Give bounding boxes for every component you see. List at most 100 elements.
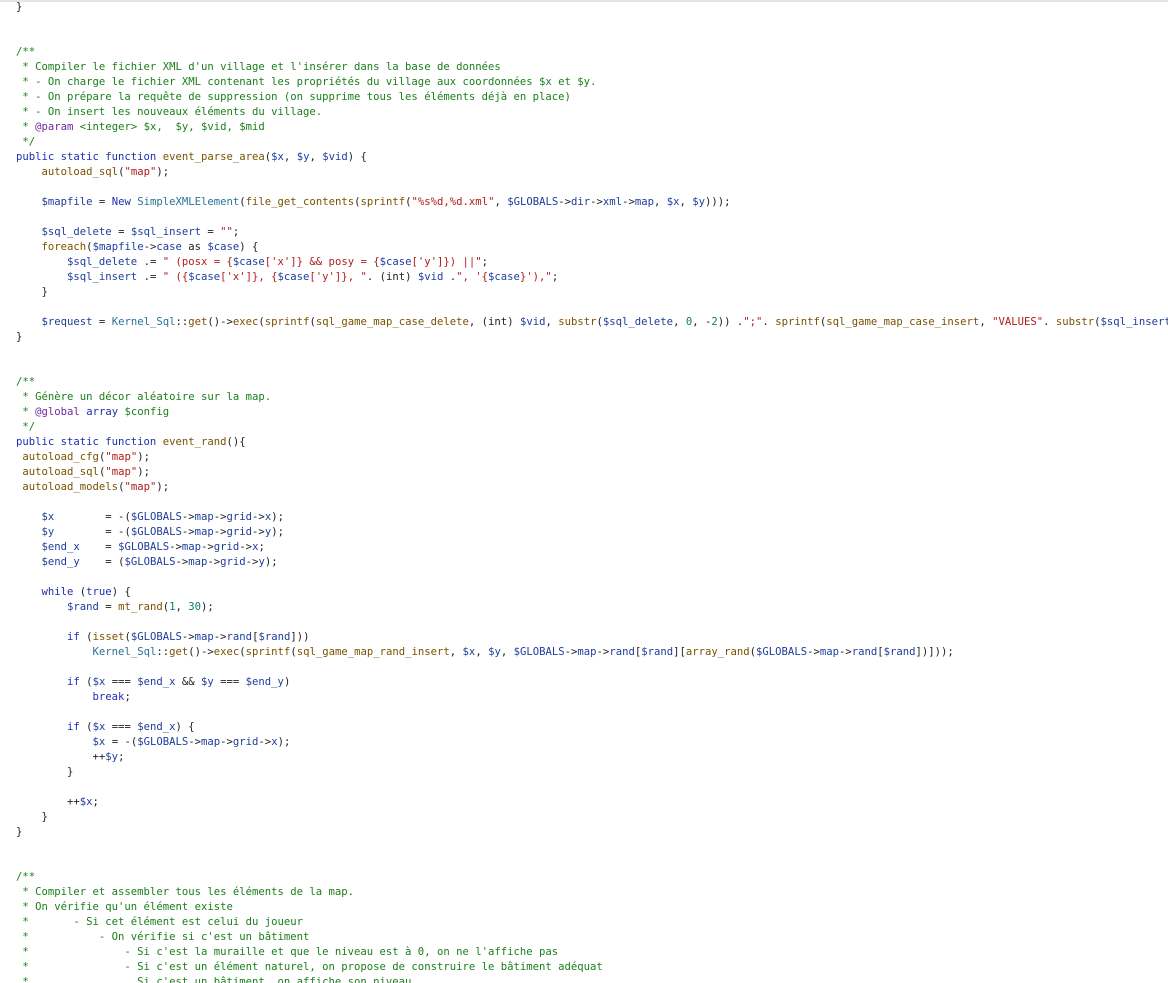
code-token: ->	[252, 511, 265, 523]
code-token: $GLOBALS	[130, 526, 182, 538]
code-token: as	[181, 241, 208, 253]
code-token: );	[137, 466, 150, 478]
code-token: "map"	[105, 466, 138, 478]
code-editor[interactable]: } /** * Compiler le fichier XML d'un vill…	[16, 0, 1168, 983]
code-line: /**	[16, 870, 1168, 885]
code-token: ->	[188, 736, 201, 748]
code-token: $rand	[67, 601, 99, 613]
code-token: $y	[201, 676, 214, 688]
code-token: (	[79, 721, 93, 733]
code-token: ,	[494, 196, 508, 208]
code-token: ,	[475, 646, 489, 658]
code-token: sprintf	[775, 316, 820, 328]
code-line: autoload_sql("map");	[16, 165, 1168, 180]
code-token: * - Si c'est un élément naturel, on prop…	[16, 961, 603, 973]
code-token: =	[111, 226, 131, 238]
code-line: $sql_insert .= " ({$case['x']}, {$case['…	[16, 270, 1168, 285]
code-token: =	[79, 541, 119, 553]
code-token: Kernel_Sql	[92, 646, 157, 658]
code-token: /**	[16, 871, 36, 883]
code-line: }	[16, 0, 1168, 15]
code-token: ['y']}, "	[309, 271, 367, 283]
code-token: ;	[124, 691, 131, 703]
code-token: ->	[213, 511, 227, 523]
code-line: * @global array $config	[16, 405, 1168, 420]
code-token: substr	[558, 316, 597, 328]
code-token: = -(	[105, 736, 138, 748]
code-line: * @param <integer> $x, $y, $vid, $mid	[16, 120, 1168, 135]
code-token: ->	[143, 241, 157, 253]
code-token: .	[443, 271, 457, 283]
code-token: $rand	[883, 646, 916, 658]
code-token: ,	[979, 316, 993, 328]
code-token: ][	[673, 646, 686, 658]
code-line: }	[16, 765, 1168, 780]
code-token: * - On prépare la requête de suppression…	[16, 91, 571, 103]
code-token: ->	[220, 736, 233, 748]
code-token: ,	[673, 316, 686, 328]
code-token: $GLOBALS	[137, 736, 189, 748]
code-token: map	[181, 541, 202, 553]
code-token: ->	[590, 196, 603, 208]
code-token: map	[577, 646, 597, 658]
code-token: *	[16, 406, 36, 418]
code-token: dir	[571, 196, 591, 208]
code-token: $end_x	[137, 676, 176, 688]
code-token: * - Si c'est la muraille et que le nivea…	[16, 946, 559, 958]
code-token: ->	[252, 526, 265, 538]
code-token: ->	[596, 646, 610, 658]
code-token: );	[264, 556, 278, 568]
code-token: $end_y	[245, 676, 284, 688]
code-token: event_parse_area	[162, 151, 265, 163]
code-token: ->	[181, 631, 195, 643]
code-token: .=	[137, 271, 163, 283]
code-token: <integer> $x, $y, $vid, $mid	[73, 121, 265, 133]
code-line: if ($x === $end_x && $y === $end_y)	[16, 675, 1168, 690]
code-token: $y	[692, 196, 706, 208]
code-token: );	[156, 481, 170, 493]
code-token: $sql_delete	[602, 316, 674, 328]
code-token: $GLOBALS	[756, 646, 808, 658]
code-token: (	[79, 631, 93, 643]
code-token: substr	[1055, 316, 1095, 328]
code-token: $end_x	[137, 721, 176, 733]
code-token: /**	[16, 376, 36, 388]
code-token: sql_game_map_case_insert	[826, 316, 980, 328]
code-line: $end_y = ($GLOBALS->map->grid->y);	[16, 555, 1168, 570]
code-token: $y	[488, 646, 501, 658]
code-token: map	[819, 646, 839, 658]
code-token: ->	[169, 541, 182, 553]
code-token: sprintf	[264, 316, 310, 328]
code-token: get	[188, 316, 208, 328]
code-line: * Compiler le fichier XML d'un village e…	[16, 60, 1168, 75]
code-token: $x	[92, 721, 106, 733]
code-token: = -(	[54, 526, 131, 538]
code-token: =	[201, 226, 221, 238]
code-line: * - On insert les nouveaux éléments du v…	[16, 105, 1168, 120]
code-token: * Si c'est un bâtiment, on affiche son n…	[16, 976, 412, 983]
code-token: autoload_sql	[41, 166, 119, 178]
code-token: $GLOBALS	[130, 511, 182, 523]
code-token: SimpleXMLElement	[137, 196, 240, 208]
code-token: * - On charge le fichier XML contenant l…	[16, 76, 597, 88]
code-token: "VALUES"	[992, 316, 1044, 328]
code-line: if ($x === $end_x) {	[16, 720, 1168, 735]
code-token: event_rand	[162, 436, 227, 448]
code-token: exec	[213, 646, 240, 658]
code-token: $y	[296, 151, 310, 163]
code-token: true	[86, 586, 112, 598]
code-token: ,	[545, 316, 559, 328]
code-token: grid	[213, 541, 240, 553]
code-token: );	[137, 451, 150, 463]
code-token: case	[156, 241, 182, 253]
code-line: * - On prépare la requête de suppression…	[16, 90, 1168, 105]
code-token: ['x']}, {	[220, 271, 278, 283]
code-token: $x	[79, 796, 93, 808]
